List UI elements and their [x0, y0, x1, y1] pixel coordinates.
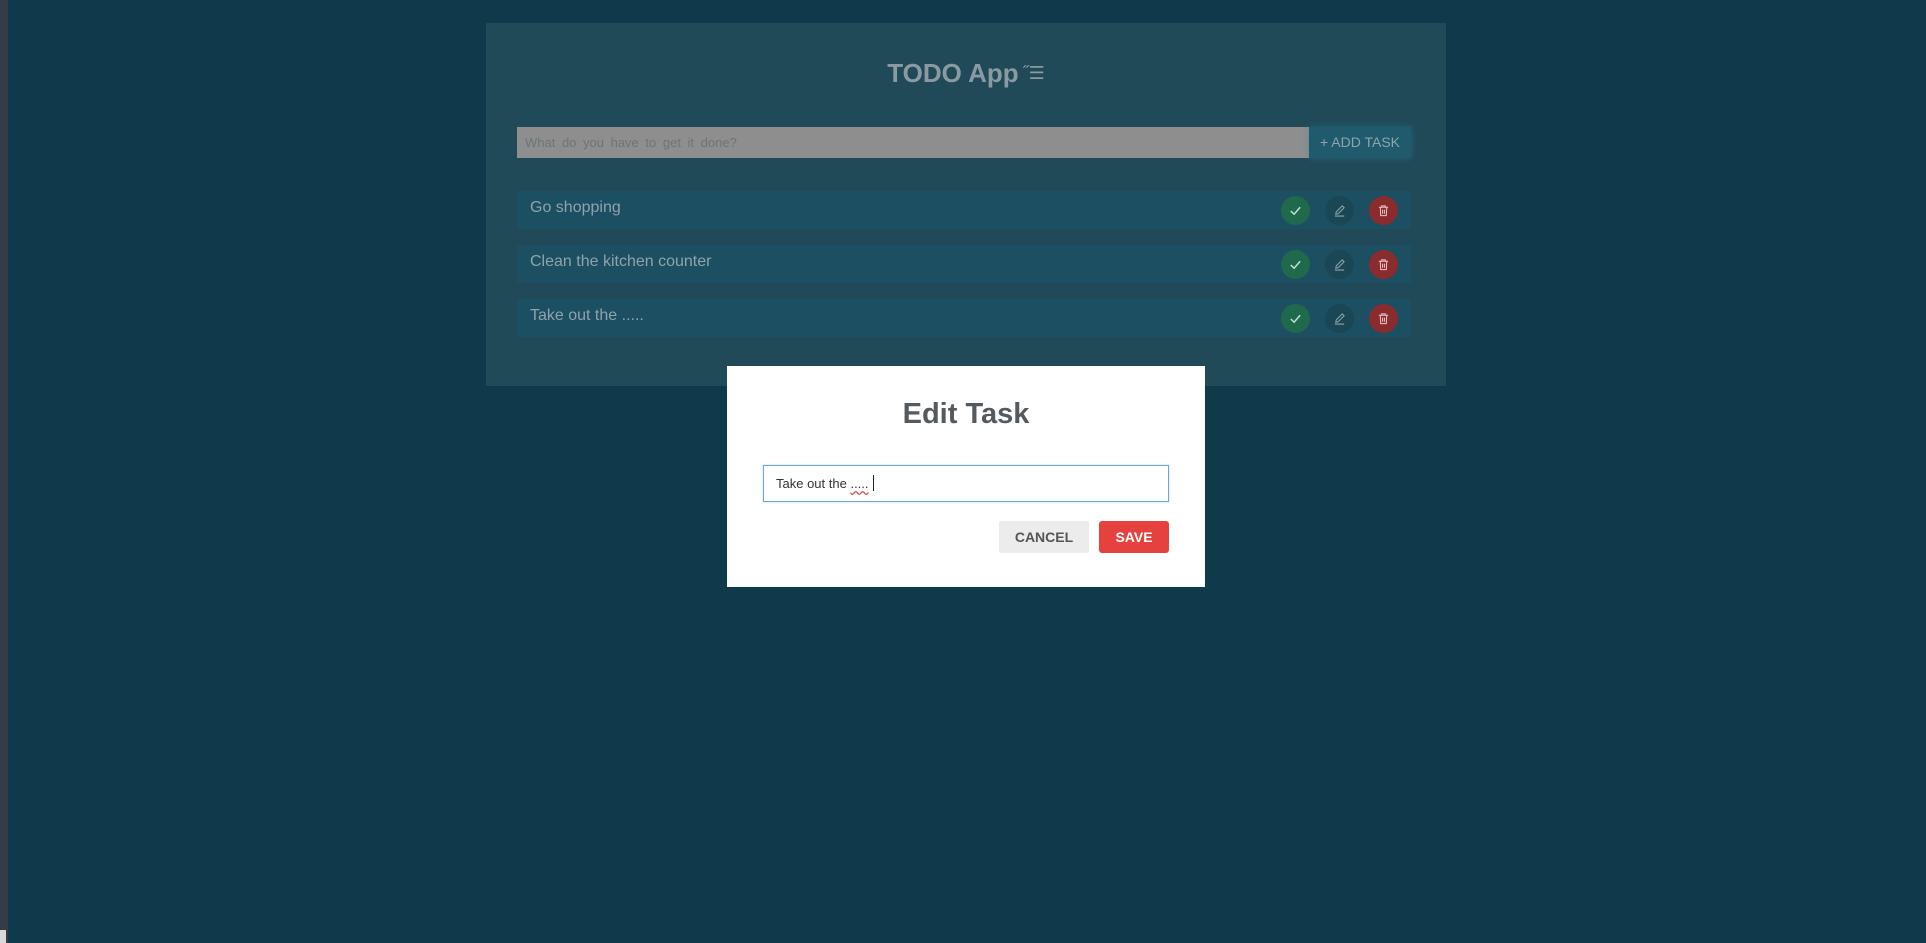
edit-task-input[interactable]: Take out the ..... — [763, 465, 1169, 502]
list-icon: ˝☰ — [1022, 63, 1045, 83]
task-actions — [1281, 304, 1398, 333]
window-left-edge — [0, 0, 8, 943]
new-task-input[interactable] — [517, 127, 1309, 158]
task-item: Go shopping — [517, 191, 1411, 229]
app-title: TODO App ˝☰ — [486, 58, 1446, 89]
complete-button[interactable] — [1281, 304, 1310, 333]
delete-button[interactable] — [1369, 250, 1398, 279]
edit-button[interactable] — [1325, 196, 1354, 225]
todo-app-card: TODO App˝☰ + ADD TASK Go shopping Clean … — [486, 23, 1446, 386]
cancel-button[interactable]: CANCEL — [999, 521, 1089, 553]
check-icon — [1290, 206, 1301, 216]
save-button[interactable]: SAVE — [1099, 521, 1169, 553]
trash-icon — [1378, 313, 1389, 325]
trash-icon — [1378, 259, 1389, 271]
task-text: Take out the ..... — [530, 307, 644, 324]
complete-button[interactable] — [1281, 196, 1310, 225]
check-icon — [1290, 314, 1301, 324]
task-list: Go shopping Clean the kitchen counter Ta… — [517, 191, 1411, 353]
task-actions — [1281, 250, 1398, 279]
edit-input-text: Take out the — [776, 476, 851, 491]
text-caret — [872, 475, 874, 491]
modal-title: Edit Task — [902, 398, 1030, 430]
add-task-button[interactable]: + ADD TASK — [1309, 127, 1411, 158]
task-text: Go shopping — [530, 199, 621, 216]
edit-button[interactable] — [1325, 250, 1354, 279]
complete-button[interactable] — [1281, 250, 1310, 279]
task-actions — [1281, 196, 1398, 225]
trash-icon — [1378, 205, 1389, 217]
pencil-icon — [1334, 313, 1345, 325]
add-task-row: + ADD TASK — [517, 127, 1411, 158]
edit-button[interactable] — [1325, 304, 1354, 333]
pencil-icon — [1334, 259, 1345, 271]
edit-task-modal: Edit Task Take out the ..... CANCEL SAVE — [727, 366, 1205, 587]
delete-button[interactable] — [1369, 304, 1398, 333]
task-item: Take out the ..... — [517, 299, 1411, 337]
misspelled-text: ..... — [850, 476, 869, 491]
task-text: Clean the kitchen counter — [530, 253, 712, 270]
pencil-icon — [1334, 205, 1345, 217]
check-icon — [1290, 260, 1301, 270]
delete-button[interactable] — [1369, 196, 1398, 225]
task-item: Clean the kitchen counter — [517, 245, 1411, 283]
resize-handle[interactable] — [0, 930, 6, 943]
app-title-text: TODO App — [887, 58, 1019, 88]
